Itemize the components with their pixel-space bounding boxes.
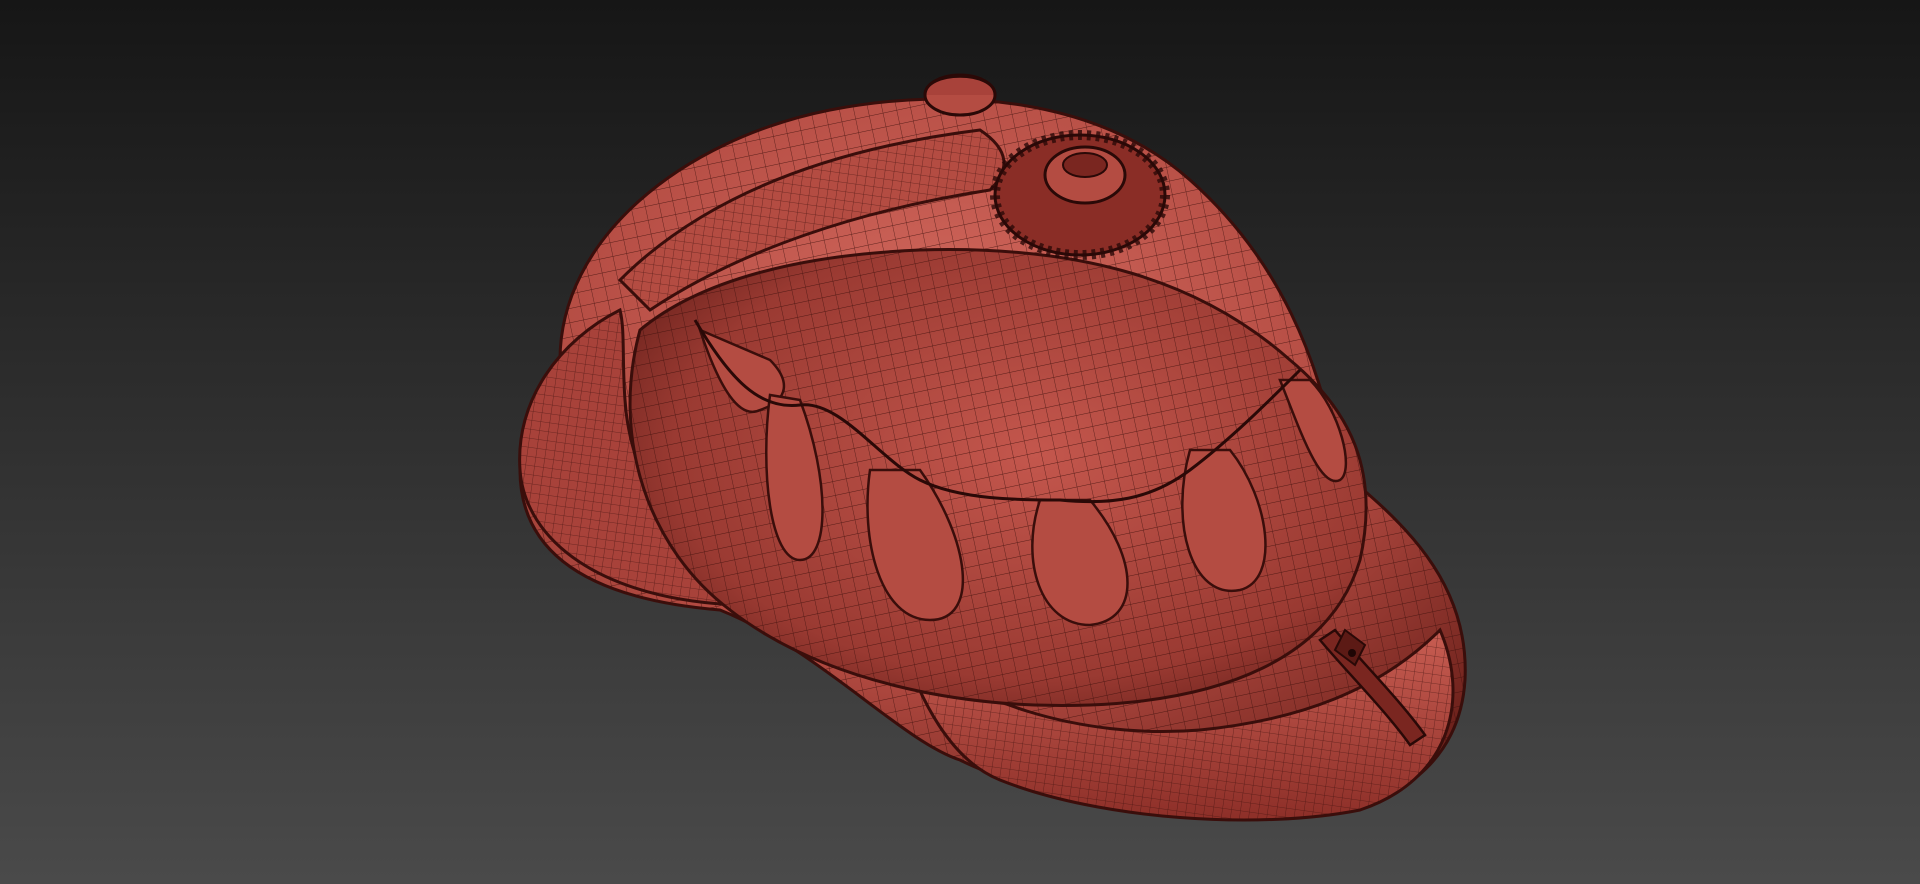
- helmet-model[interactable]: [0, 0, 1920, 884]
- 3d-viewport[interactable]: [0, 0, 1920, 884]
- helmet-top-knob: [923, 73, 997, 117]
- helmet-cockade: [990, 130, 1170, 260]
